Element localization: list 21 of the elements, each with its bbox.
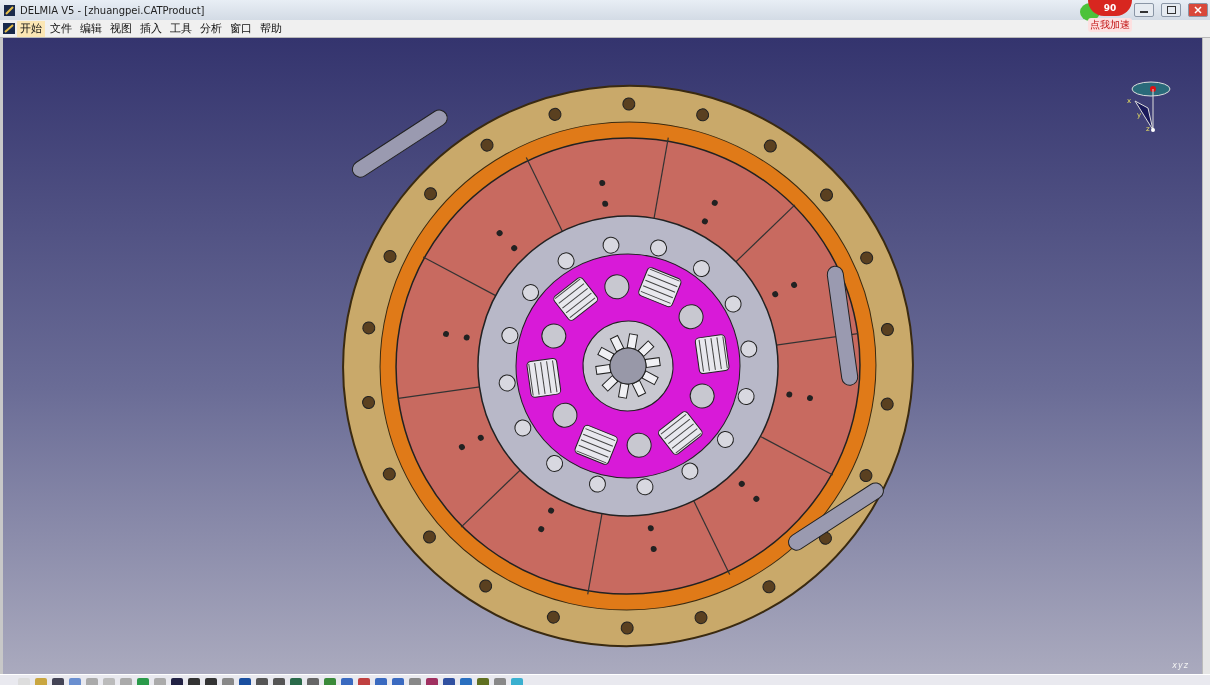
menu-item[interactable]: 编辑 (77, 20, 105, 37)
axis-label: z (1183, 661, 1188, 670)
menu-item[interactable]: 插入 (137, 20, 165, 37)
close-icon (1194, 6, 1202, 14)
menu-item[interactable]: 文件 (47, 20, 75, 37)
app-logo-icon (3, 23, 15, 34)
restore-button[interactable] (1161, 3, 1181, 17)
menu-item[interactable]: 开始 (17, 20, 45, 37)
minimize-button[interactable] (1134, 3, 1154, 17)
axis-label: x (1172, 661, 1178, 670)
menu-item[interactable]: 分析 (197, 20, 225, 37)
menu-item[interactable]: 工具 (167, 20, 195, 37)
app-logo-icon (4, 4, 15, 16)
axis-label: y (1178, 661, 1183, 670)
window-title: DELMIA V5 - [zhuangpei.CATProduct] (20, 4, 205, 16)
menu-item[interactable]: 帮助 (257, 20, 285, 37)
menu-item[interactable]: 视图 (107, 20, 135, 37)
speed-up-label[interactable]: 点我加速 (1088, 18, 1132, 32)
close-button[interactable] (1188, 3, 1208, 17)
menu-item[interactable]: 窗口 (227, 20, 255, 37)
restore-icon (1166, 6, 1176, 14)
